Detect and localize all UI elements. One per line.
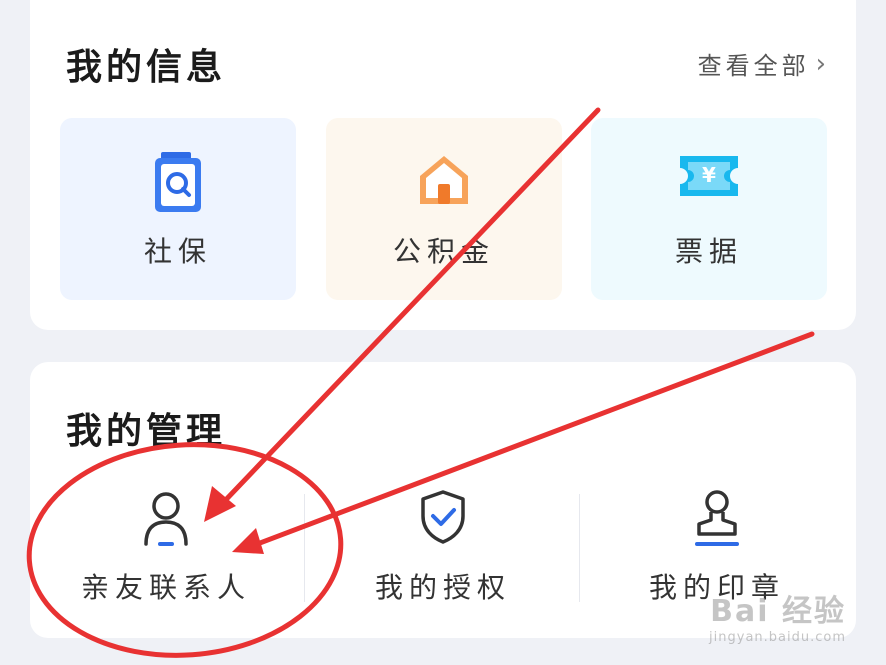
divider [579, 494, 580, 602]
person-icon [140, 488, 192, 552]
stamp-icon [691, 488, 743, 554]
chevron-right-icon: › [815, 48, 826, 79]
watermark-sub: jingyan.baidu.com [709, 630, 846, 645]
app-page: 我的信息 查看全部 › 社保 公积金 ¥ 票据 我的管理 亲友联系人 我的授权 … [0, 0, 886, 665]
social-security-icon [151, 150, 205, 218]
view-all-link[interactable]: 查看全部 › [698, 46, 826, 81]
tile-label: 公积金 [392, 235, 495, 268]
svg-text:¥: ¥ [702, 163, 716, 187]
tile-housing-fund[interactable]: 公积金 [326, 118, 562, 300]
relatives-contacts-item[interactable]: 亲友联系人 [30, 486, 302, 616]
tile-social-security[interactable]: 社保 [60, 118, 296, 300]
tile-label: 社保 [143, 235, 212, 268]
house-icon [414, 150, 474, 214]
baidu-jingyan-watermark: Bai 经验 jingyan.baidu.com [709, 586, 846, 645]
item-label: 我的授权 [374, 571, 511, 604]
item-label: 亲友联系人 [80, 571, 251, 604]
tile-receipts[interactable]: ¥ 票据 [591, 118, 827, 300]
view-all-label: 查看全部 [697, 52, 810, 80]
divider [304, 494, 305, 602]
tile-label: 票据 [674, 235, 743, 268]
my-info-card: 我的信息 查看全部 › 社保 公积金 ¥ 票据 [30, 0, 856, 330]
my-authorization-item[interactable]: 我的授权 [307, 486, 579, 616]
my-info-title: 我的信息 [66, 47, 227, 88]
watermark-main: Bai 经验 [710, 594, 846, 629]
my-management-title: 我的管理 [66, 411, 227, 452]
ticket-yuan-icon: ¥ [676, 150, 742, 206]
shield-check-icon [417, 488, 469, 550]
